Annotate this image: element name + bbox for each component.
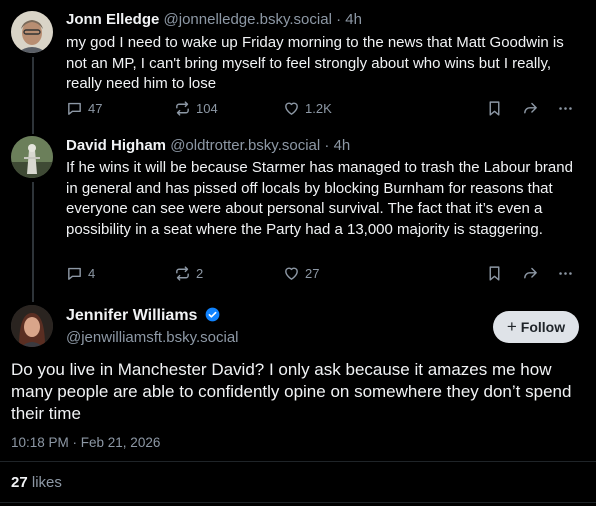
more-icon bbox=[559, 272, 572, 275]
separator: · bbox=[331, 11, 346, 28]
thread-line-top bbox=[32, 126, 34, 134]
reply-count: 4 bbox=[88, 266, 96, 281]
reply-button[interactable]: 4 bbox=[66, 265, 95, 282]
avatar[interactable] bbox=[11, 136, 53, 178]
post-time[interactable]: 4h bbox=[345, 11, 362, 28]
like-button[interactable]: 27 bbox=[283, 265, 319, 282]
share-button[interactable] bbox=[522, 100, 539, 117]
separator: · bbox=[320, 137, 334, 154]
divider bbox=[0, 502, 596, 503]
more-icon bbox=[559, 107, 572, 110]
reply-count: 47 bbox=[88, 101, 103, 116]
avatar[interactable] bbox=[11, 305, 53, 347]
post-text: my god I need to wake up Friday morning … bbox=[66, 34, 564, 92]
reply-button[interactable]: 47 bbox=[66, 100, 102, 117]
author-handle[interactable]: @jonnelledge.bsky.social bbox=[164, 11, 332, 28]
like-summary[interactable]: 27 likes bbox=[11, 474, 62, 491]
author-handle[interactable]: @oldtrotter.bsky.social bbox=[170, 137, 320, 154]
author-handle[interactable]: @jenwilliamsft.bsky.social bbox=[66, 329, 239, 346]
author-name[interactable]: Jennifer Williams bbox=[66, 307, 197, 324]
repost-count: 104 bbox=[196, 101, 218, 116]
likes-label: likes bbox=[31, 474, 62, 491]
bookmark-icon bbox=[489, 266, 500, 281]
more-options-button[interactable] bbox=[557, 100, 574, 117]
like-total: 27 bbox=[11, 474, 28, 491]
divider bbox=[0, 461, 596, 462]
thread-line bbox=[32, 57, 34, 129]
repost-icon bbox=[176, 101, 189, 116]
share-icon bbox=[524, 102, 537, 114]
repost-count: 2 bbox=[196, 266, 204, 281]
bookmark-icon bbox=[489, 101, 500, 116]
plus-icon: + bbox=[506, 317, 517, 336]
avatar[interactable] bbox=[11, 11, 53, 53]
post-text: Do you live in Manchester David? I only … bbox=[11, 360, 572, 423]
verified-badge-icon bbox=[205, 307, 220, 327]
thread-line bbox=[32, 182, 34, 292]
share-icon bbox=[524, 267, 537, 279]
post-timestamp[interactable]: 10:18 PM · Feb 21, 2026 bbox=[11, 435, 160, 450]
follow-button[interactable]: + Follow bbox=[493, 311, 579, 343]
author-name[interactable]: Jonn Elledge bbox=[66, 11, 159, 28]
bookmark-button[interactable] bbox=[486, 100, 503, 117]
follow-label: Follow bbox=[520, 319, 566, 335]
author-name[interactable]: David Higham bbox=[66, 137, 166, 154]
like-button[interactable]: 1.2K bbox=[283, 100, 332, 117]
bookmark-button[interactable] bbox=[486, 265, 503, 282]
like-count: 27 bbox=[305, 266, 320, 281]
reply-icon bbox=[68, 102, 81, 115]
heart-icon bbox=[285, 267, 298, 280]
repost-button[interactable]: 2 bbox=[174, 265, 203, 282]
heart-icon bbox=[285, 102, 298, 115]
repost-button[interactable]: 104 bbox=[174, 100, 218, 117]
repost-icon bbox=[176, 266, 189, 281]
like-count: 1.2K bbox=[305, 101, 332, 116]
thread-line-top bbox=[32, 292, 34, 302]
reply-icon bbox=[68, 267, 81, 280]
post-time[interactable]: 4h bbox=[334, 137, 351, 154]
post-text: If he wins it will be because Starmer ha… bbox=[66, 159, 573, 238]
more-options-button[interactable] bbox=[557, 265, 574, 282]
share-button[interactable] bbox=[522, 265, 539, 282]
